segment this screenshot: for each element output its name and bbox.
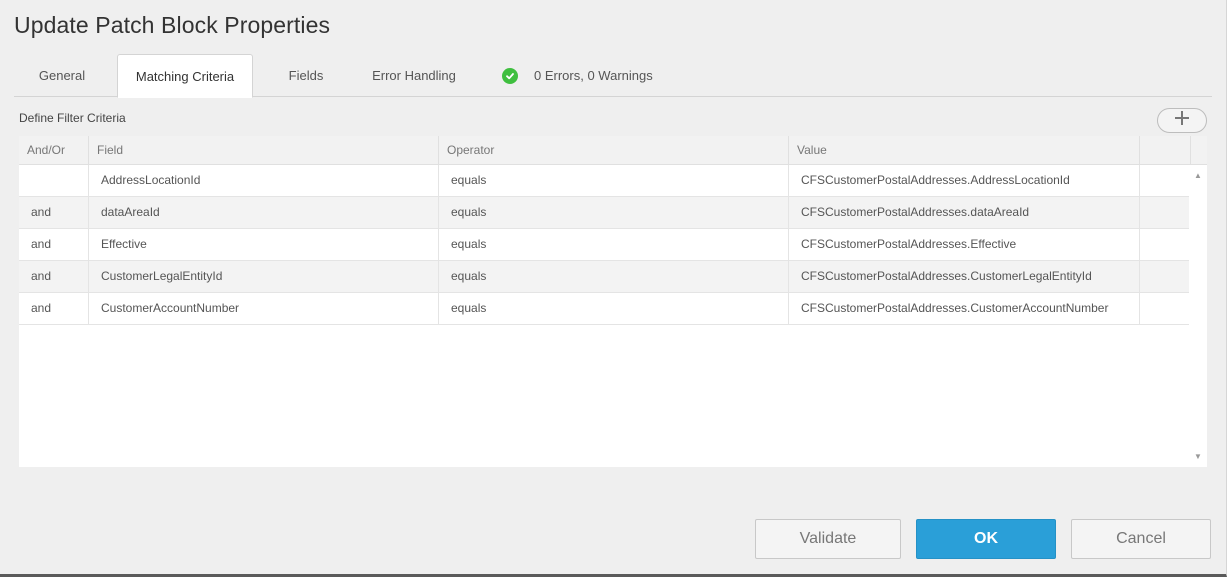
cell-andor[interactable]: and: [19, 293, 89, 324]
criteria-grid: And/Or Field Operator Value AddressLocat…: [19, 136, 1207, 467]
cell-value[interactable]: CFSCustomerPostalAddresses.CustomerLegal…: [789, 261, 1140, 292]
validation-status: 0 Errors, 0 Warnings: [502, 54, 653, 97]
scroll-up-icon[interactable]: ▲: [1194, 171, 1202, 180]
cell-field[interactable]: Effective: [89, 229, 439, 260]
cell-operator[interactable]: equals: [439, 229, 789, 260]
cell-operator[interactable]: equals: [439, 293, 789, 324]
cell-operator[interactable]: equals: [439, 261, 789, 292]
cell-actions[interactable]: [1140, 197, 1189, 228]
cell-value[interactable]: CFSCustomerPostalAddresses.dataAreaId: [789, 197, 1140, 228]
cell-actions[interactable]: [1140, 229, 1189, 260]
grid-rows: AddressLocationId equals CFSCustomerPost…: [19, 165, 1189, 325]
cell-field[interactable]: AddressLocationId: [89, 165, 439, 196]
column-header-field[interactable]: Field: [89, 136, 439, 165]
column-header-andor[interactable]: And/Or: [19, 136, 89, 165]
cell-value[interactable]: CFSCustomerPostalAddresses.Effective: [789, 229, 1140, 260]
grid-header: And/Or Field Operator Value: [19, 136, 1207, 165]
cell-value[interactable]: CFSCustomerPostalAddresses.AddressLocati…: [789, 165, 1140, 196]
cell-actions[interactable]: [1140, 293, 1189, 324]
cell-field[interactable]: CustomerAccountNumber: [89, 293, 439, 324]
cancel-button[interactable]: Cancel: [1071, 519, 1211, 559]
tab-general[interactable]: General: [24, 54, 100, 97]
tab-error-handling[interactable]: Error Handling: [359, 54, 469, 97]
cell-andor[interactable]: [19, 165, 89, 196]
cell-andor[interactable]: and: [19, 261, 89, 292]
cell-andor[interactable]: and: [19, 229, 89, 260]
scroll-down-icon[interactable]: ▼: [1194, 452, 1202, 461]
validate-button[interactable]: Validate: [755, 519, 901, 559]
check-circle-icon: [502, 67, 518, 84]
status-text: 0 Errors, 0 Warnings: [534, 68, 653, 83]
ok-button[interactable]: OK: [916, 519, 1056, 559]
cell-actions[interactable]: [1140, 261, 1189, 292]
table-row[interactable]: and CustomerAccountNumber equals CFSCust…: [19, 293, 1189, 325]
dialog-title: Update Patch Block Properties: [14, 12, 331, 38]
tab-bar: General Matching Criteria Fields Error H…: [14, 54, 1212, 98]
cell-operator[interactable]: equals: [439, 197, 789, 228]
cell-andor[interactable]: and: [19, 197, 89, 228]
cell-actions[interactable]: [1140, 165, 1189, 196]
tab-matching-criteria[interactable]: Matching Criteria: [117, 54, 253, 98]
cell-value[interactable]: CFSCustomerPostalAddresses.CustomerAccou…: [789, 293, 1140, 324]
column-header-actions: [1140, 136, 1191, 165]
table-row[interactable]: and dataAreaId equals CFSCustomerPostalA…: [19, 197, 1189, 229]
add-criteria-button[interactable]: [1157, 108, 1207, 133]
tab-fields[interactable]: Fields: [276, 54, 336, 97]
cell-field[interactable]: CustomerLegalEntityId: [89, 261, 439, 292]
column-header-value[interactable]: Value: [789, 136, 1140, 165]
plus-icon: [1174, 110, 1190, 131]
grid-scrollbar[interactable]: ▲ ▼: [1189, 165, 1207, 467]
table-row[interactable]: and Effective equals CFSCustomerPostalAd…: [19, 229, 1189, 261]
table-row[interactable]: and CustomerLegalEntityId equals CFSCust…: [19, 261, 1189, 293]
column-header-operator[interactable]: Operator: [439, 136, 789, 165]
table-row[interactable]: AddressLocationId equals CFSCustomerPost…: [19, 165, 1189, 197]
update-patch-block-dialog: Update Patch Block Properties General Ma…: [0, 0, 1227, 577]
cell-operator[interactable]: equals: [439, 165, 789, 196]
filter-criteria-label: Define Filter Criteria: [19, 111, 126, 125]
cell-field[interactable]: dataAreaId: [89, 197, 439, 228]
